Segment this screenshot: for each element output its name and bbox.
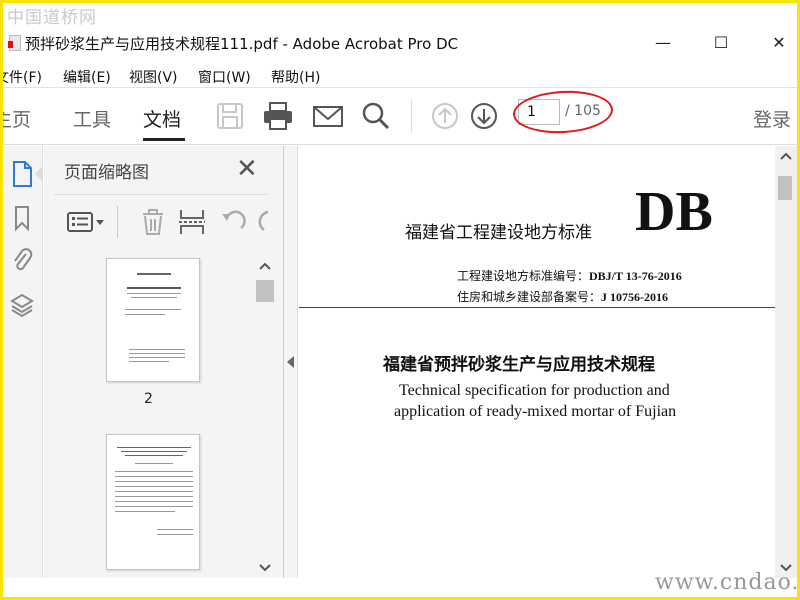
print-icon[interactable] [261, 99, 295, 133]
document-title-english-line1: Technical specification for production a… [399, 382, 670, 399]
title-bar: 预拌砂浆生产与应用技术规程111.pdf - Adobe Acrobat Pro… [3, 25, 797, 63]
menu-window[interactable]: 窗口(W) [198, 67, 251, 87]
standard-number-value: DBJ/T 13-76-2016 [589, 269, 682, 283]
document-view[interactable]: 福建省工程建设地方标准 DB 工程建设地方标准编号：DBJ/T 13-76-20… [299, 146, 775, 578]
window-title: 预拌砂浆生产与应用技术规程111.pdf - Adobe Acrobat Pro… [25, 35, 459, 53]
main-toolbar: 主页 工具 文档 [3, 88, 797, 145]
tab-home[interactable]: 主页 [3, 105, 31, 132]
next-page-icon[interactable] [467, 99, 501, 133]
maximize-button[interactable]: ☐ [701, 31, 741, 55]
toolbar-separator [411, 99, 412, 133]
options-menu-icon[interactable] [66, 208, 106, 236]
document-scrollbar[interactable] [775, 146, 797, 578]
undo-icon[interactable] [219, 208, 249, 236]
highlight-ellipse-annotation [511, 88, 615, 136]
collapse-arrow-icon [287, 356, 294, 368]
delete-icon[interactable] [138, 208, 168, 236]
search-icon[interactable] [359, 99, 393, 133]
redo-icon[interactable] [256, 208, 270, 236]
extract-icon[interactable] [177, 208, 207, 236]
panel-title: 页面缩略图 [64, 163, 149, 183]
panel-collapse-handle[interactable] [284, 146, 298, 578]
standard-code-logo: DB [635, 181, 713, 243]
page-thumbnail[interactable] [106, 434, 200, 570]
menu-file[interactable]: 文件(F) [3, 67, 42, 87]
scroll-up-icon[interactable] [780, 152, 792, 160]
previous-page-icon[interactable] [428, 99, 462, 133]
document-title-english-line2: application of ready-mixed mortar of Fuj… [394, 403, 677, 420]
scroll-up-icon[interactable] [259, 262, 271, 270]
page-thumbnails-icon[interactable] [10, 160, 34, 188]
panel-divider [54, 194, 268, 195]
layers-icon[interactable] [10, 291, 34, 319]
close-window-button[interactable]: ✕ [759, 31, 797, 55]
document-title-chinese: 福建省预拌砂浆生产与应用技术规程 [383, 355, 655, 375]
scroll-down-icon[interactable] [259, 564, 271, 572]
menu-view[interactable]: 视图(V) [129, 67, 178, 87]
thumbnail-scrollbar[interactable] [256, 258, 274, 576]
page-thumbnails-panel: 页面缩略图 ✕ 2 [44, 146, 284, 578]
record-number-line: 住房和城乡建设部备案号：J 10756-2016 [457, 288, 668, 305]
tab-document[interactable]: 文档 [143, 105, 181, 132]
thumbnail-page-label: 2 [144, 391, 153, 407]
pdf-file-icon [8, 35, 21, 51]
standard-category: 福建省工程建设地方标准 [405, 223, 592, 243]
email-icon[interactable] [311, 99, 345, 133]
close-panel-icon[interactable]: ✕ [236, 156, 258, 182]
menu-bar: 文件(F) 编辑(E) 视图(V) 窗口(W) 帮助(H) [3, 63, 797, 88]
tab-tools[interactable]: 工具 [73, 105, 111, 132]
left-navigation-rail [3, 146, 43, 578]
save-icon[interactable] [213, 99, 247, 133]
thumbnail-toolbar [44, 198, 284, 246]
page-thumbnail[interactable] [106, 258, 200, 382]
bookmark-icon[interactable] [10, 204, 34, 232]
record-number-value: J 10756-2016 [601, 290, 669, 304]
scrollbar-thumb[interactable] [256, 280, 274, 302]
attachment-icon[interactable] [10, 246, 34, 274]
toolbar-separator [117, 206, 118, 238]
scrollbar-thumb[interactable] [778, 176, 792, 200]
menu-help[interactable]: 帮助(H) [271, 67, 320, 87]
horizontal-rule [299, 307, 775, 308]
screenshot-frame: 中国道桥网 预拌砂浆生产与应用技术规程111.pdf - Adobe Acrob… [0, 0, 800, 600]
sign-in-link[interactable]: 登录 [753, 105, 791, 132]
standard-number-label: 工程建设地方标准编号： [457, 269, 590, 283]
active-tab-indicator [143, 138, 185, 141]
record-number-label: 住房和城乡建设部备案号： [457, 290, 602, 304]
menu-edit[interactable]: 编辑(E) [63, 67, 111, 87]
watermark-bottom: www.cndao.com [655, 570, 800, 595]
bottom-strip: www.cndao.com [3, 570, 797, 597]
minimize-button[interactable]: — [643, 31, 683, 55]
standard-number-line: 工程建设地方标准编号：DBJ/T 13-76-2016 [457, 267, 682, 284]
